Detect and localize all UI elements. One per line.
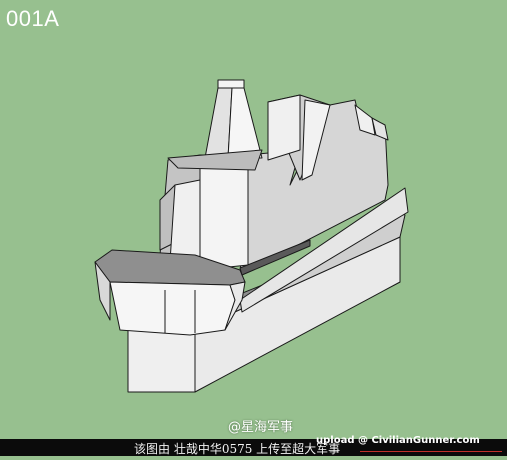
footer-caption: 该图由 壮哉中华0575 上传至超大军事 bbox=[134, 442, 341, 456]
source-watermark: @星海军事 bbox=[228, 420, 294, 435]
footer-bar: 该图由 壮哉中华0575 上传至超大军事 upload @ CivilianGu… bbox=[0, 435, 507, 456]
model-viewport bbox=[0, 0, 507, 456]
bow-block-front bbox=[109, 281, 236, 336]
upload-credit: upload @ CivilianGunner.com bbox=[316, 435, 480, 446]
ship-model-render bbox=[94, 79, 409, 393]
footer-rule-line bbox=[360, 451, 502, 452]
bridge-face-lower bbox=[169, 179, 201, 266]
tower-body-right bbox=[227, 87, 263, 159]
bridge-front bbox=[199, 154, 249, 271]
aft-tower-face bbox=[267, 94, 301, 161]
hull-front bbox=[127, 329, 196, 393]
tower-body-left bbox=[204, 87, 233, 159]
image-title: 001A bbox=[6, 6, 60, 31]
